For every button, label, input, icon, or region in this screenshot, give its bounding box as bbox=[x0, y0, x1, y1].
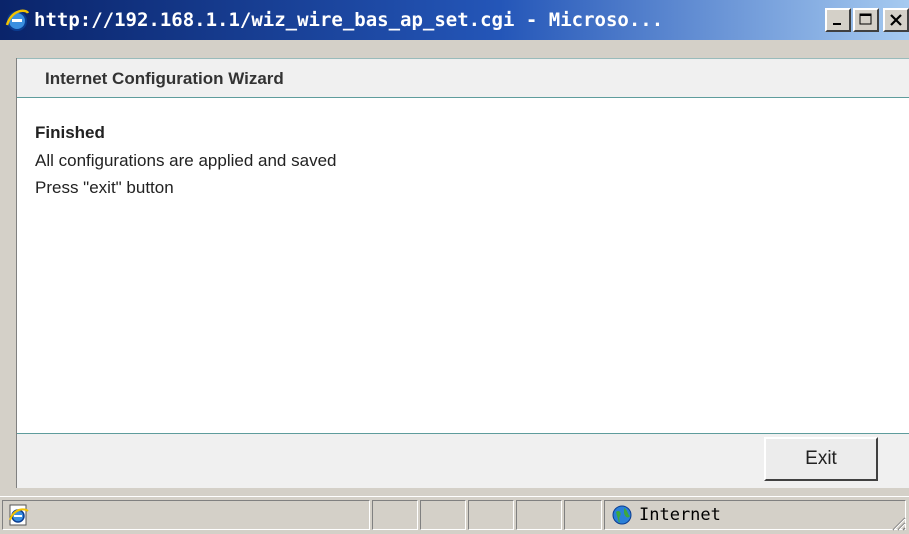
resize-grip-icon[interactable] bbox=[888, 513, 906, 531]
zone-label: Internet bbox=[639, 505, 721, 525]
status-pane-2 bbox=[420, 500, 466, 530]
status-text-pane bbox=[2, 500, 370, 530]
close-icon bbox=[890, 14, 902, 26]
wizard-header-bar: Internet Configuration Wizard bbox=[17, 58, 909, 98]
browser-popup-window: http://192.168.1.1/wiz_wire_bas_ap_set.c… bbox=[0, 0, 909, 534]
minimize-icon bbox=[833, 23, 841, 25]
exit-button[interactable]: Exit bbox=[764, 437, 878, 481]
wizard-title: Internet Configuration Wizard bbox=[45, 69, 284, 88]
window-title: http://192.168.1.1/wiz_wire_bas_ap_set.c… bbox=[34, 9, 664, 31]
status-pane-1 bbox=[372, 500, 418, 530]
status-pane-4 bbox=[516, 500, 562, 530]
status-pane-5 bbox=[564, 500, 602, 530]
instruction-message: Press "exit" button bbox=[35, 178, 174, 197]
finished-heading: Finished bbox=[35, 123, 105, 142]
maximize-button[interactable] bbox=[853, 8, 879, 32]
close-button[interactable] bbox=[883, 8, 909, 32]
globe-icon bbox=[612, 505, 632, 525]
page-content: Internet Configuration Wizard bbox=[17, 58, 909, 488]
status-pane-3 bbox=[468, 500, 514, 530]
ie-logo-icon bbox=[5, 9, 30, 31]
title-bar[interactable]: http://192.168.1.1/wiz_wire_bas_ap_set.c… bbox=[0, 0, 909, 40]
status-bar: Internet bbox=[0, 496, 909, 534]
minimize-button[interactable] bbox=[825, 8, 851, 32]
ie-page-icon bbox=[9, 504, 29, 526]
security-zone-pane: Internet bbox=[604, 500, 906, 530]
maximize-icon bbox=[859, 13, 872, 25]
status-message: All configurations are applied and saved bbox=[35, 151, 337, 170]
